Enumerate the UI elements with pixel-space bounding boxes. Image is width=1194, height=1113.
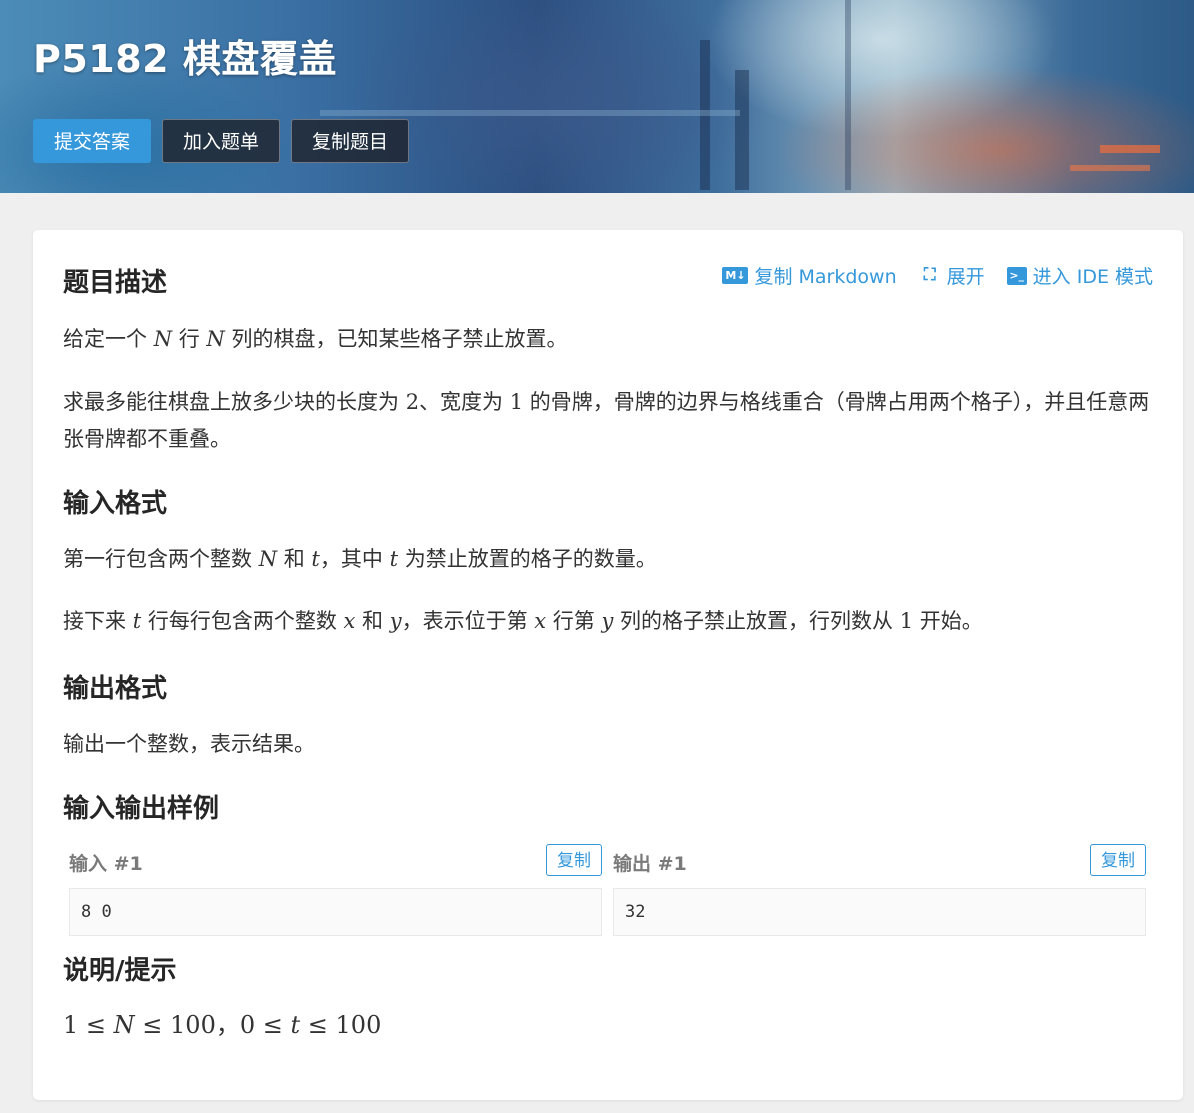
- expand-icon: ⛶: [923, 265, 936, 285]
- math-num: 1: [509, 390, 524, 414]
- text: 和: [355, 609, 390, 633]
- text: 列的格子禁止放置，行列数从: [613, 609, 900, 633]
- math-var: N: [153, 327, 173, 351]
- input-paragraph-1: 第一行包含两个整数 N 和 t，其中 t 为禁止放置的格子的数量。: [63, 541, 1153, 578]
- math-num: 2: [405, 390, 420, 414]
- text: 为禁止放置的格子的数量。: [398, 547, 657, 571]
- math-var: x: [534, 609, 547, 633]
- copy-sample-output-button[interactable]: 复制: [1090, 844, 1146, 876]
- problem-card: M↓ 复制 Markdown ⛶ 展开 >_ 进入 IDE 模式 题目描述 给定…: [33, 230, 1183, 1100]
- expand-label: 展开: [946, 266, 985, 288]
- text: 和: [277, 547, 312, 571]
- text: 列的棋盘，已知某些格子禁止放置。: [224, 327, 568, 351]
- math-var: t: [389, 547, 399, 571]
- math-var: t: [311, 547, 320, 571]
- math-var: t: [132, 609, 142, 633]
- banner-decoration: [1100, 145, 1160, 153]
- copy-markdown-label: 复制 Markdown: [754, 266, 897, 288]
- terminal-icon: >_: [1006, 266, 1027, 285]
- expand-link[interactable]: ⛶ 展开: [919, 262, 985, 289]
- math-var: N: [258, 547, 278, 571]
- copy-problem-button[interactable]: 复制题目: [291, 119, 410, 163]
- banner-decoration: [320, 110, 740, 116]
- math-var: x: [343, 609, 356, 633]
- math-num: 100: [335, 1011, 382, 1039]
- input-paragraph-2: 接下来 t 行每行包含两个整数 x 和 y，表示位于第 x 行第 y 列的格子禁…: [63, 603, 1153, 640]
- text: ，: [215, 1011, 240, 1039]
- sample-input-box: 输入 #1 复制 8 0: [69, 842, 602, 936]
- text: 第一行包含两个整数: [63, 547, 259, 571]
- samples-heading: 输入输出样例: [63, 794, 220, 824]
- math-op: ≤: [300, 1011, 336, 1039]
- math-op: ≤: [78, 1011, 114, 1039]
- math-var: y: [389, 609, 402, 633]
- text: 、宽度为: [419, 390, 510, 414]
- markdown-icon: M↓: [722, 267, 749, 284]
- math-op: ≤: [134, 1011, 171, 1039]
- math-var: t: [290, 1011, 301, 1039]
- math-var: N: [206, 327, 225, 351]
- copy-sample-input-button[interactable]: 复制: [546, 844, 602, 876]
- output-format-heading: 输出格式: [63, 674, 168, 704]
- text: 行: [172, 327, 207, 351]
- math-var: y: [601, 609, 614, 633]
- action-buttons: 提交答案 加入题单 复制题目: [33, 119, 410, 163]
- text: ，其中: [319, 547, 390, 571]
- math-var: N: [113, 1011, 135, 1039]
- text: 开始。: [913, 609, 983, 633]
- sample-output-header: 输出 #1 复制: [613, 842, 1146, 880]
- text: 给定一个: [63, 327, 154, 351]
- description-paragraph-1: 给定一个 N 行 N 列的棋盘，已知某些格子禁止放置。: [63, 321, 1153, 358]
- output-paragraph: 输出一个整数，表示结果。: [63, 732, 315, 756]
- header-banner: P5182 棋盘覆盖 提交答案 加入题单 复制题目: [0, 0, 1194, 193]
- math-num: 1: [63, 1011, 79, 1039]
- banner-decoration: [1070, 165, 1150, 171]
- banner-decoration: [845, 0, 851, 190]
- sample-output-label: 输出 #1: [613, 853, 687, 875]
- sample-input-header: 输入 #1 复制: [69, 842, 602, 880]
- sample-input-label: 输入 #1: [69, 853, 143, 875]
- add-to-list-button[interactable]: 加入题单: [162, 119, 281, 163]
- math-num: 1: [899, 609, 914, 633]
- math-op: ≤: [255, 1011, 291, 1039]
- text: 行第: [546, 609, 602, 633]
- banner-decoration: [735, 70, 749, 190]
- description-paragraph-2: 求最多能往棋盘上放多少块的长度为 2、宽度为 1 的骨牌，骨牌的边界与格线重合（…: [63, 384, 1153, 458]
- text: 接下来: [63, 609, 133, 633]
- copy-markdown-link[interactable]: M↓ 复制 Markdown: [722, 262, 897, 289]
- sample-input-value: 8 0: [69, 888, 602, 936]
- text: 求最多能往棋盘上放多少块的长度为: [63, 390, 406, 414]
- sample-output-box: 输出 #1 复制 32: [613, 842, 1146, 936]
- hint-paragraph: 1 ≤ N ≤ 100，0 ≤ t ≤ 100: [63, 1007, 1153, 1044]
- text: ，表示位于第: [401, 609, 535, 633]
- text: 行每行包含两个整数: [141, 609, 344, 633]
- ide-mode-link[interactable]: >_ 进入 IDE 模式: [1006, 262, 1153, 289]
- math-num: 100: [170, 1011, 216, 1039]
- problem-toolbar: M↓ 复制 Markdown ⛶ 展开 >_ 进入 IDE 模式: [722, 262, 1153, 289]
- hint-heading: 说明/提示: [63, 956, 177, 986]
- page-title: P5182 棋盘覆盖: [33, 37, 337, 81]
- math-num: 0: [239, 1011, 256, 1039]
- ide-mode-label: 进入 IDE 模式: [1032, 266, 1153, 288]
- sample-output-value: 32: [613, 888, 1146, 936]
- submit-answer-button[interactable]: 提交答案: [33, 119, 152, 163]
- input-format-heading: 输入格式: [63, 489, 168, 519]
- description-heading: 题目描述: [63, 268, 168, 298]
